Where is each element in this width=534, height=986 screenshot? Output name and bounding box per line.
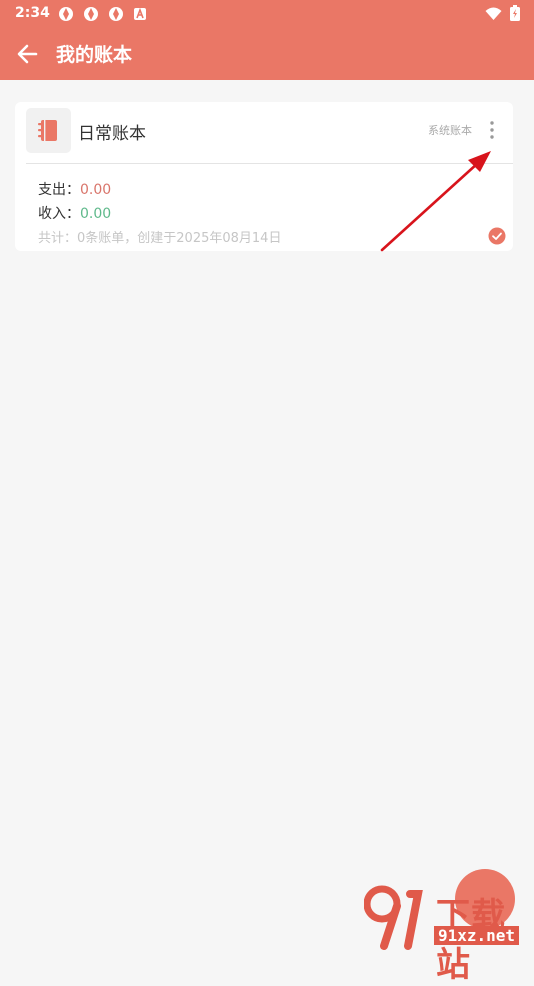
book-icon-container [26, 108, 71, 153]
back-button[interactable] [14, 40, 42, 68]
book-card[interactable]: 日常账本 系统账本 支出：0.00 收入：0.00 共计：0条账单，创建于202… [15, 102, 513, 251]
app-notification-icon [83, 6, 99, 22]
wifi-icon [485, 6, 502, 25]
a-notification-icon [133, 6, 149, 22]
status-right [485, 5, 520, 25]
status-time: 2:34 [15, 5, 50, 21]
more-options-button[interactable] [485, 119, 499, 141]
watermark-91-logo [363, 885, 423, 950]
app-notification-icon [108, 6, 124, 22]
income-value: 0.00 [80, 206, 112, 222]
arrow-left-icon [17, 44, 38, 64]
income-label: 收入： [38, 206, 80, 222]
book-type-label: 系统账本 [428, 124, 472, 137]
expense-label: 支出： [38, 182, 80, 198]
app-notification-icon [58, 6, 74, 22]
status-bar: 2:34 [0, 0, 534, 27]
watermark-url: 91xz.net [434, 926, 520, 945]
more-vertical-icon [490, 121, 494, 139]
notebook-icon [38, 120, 57, 141]
card-divider [26, 163, 513, 164]
expense-row: 支出：0.00 [38, 179, 111, 199]
selected-check-icon [488, 227, 506, 245]
battery-icon [510, 5, 520, 25]
income-row: 收入：0.00 [38, 203, 111, 223]
expense-value: 0.00 [80, 182, 112, 198]
page-title: 我的账本 [56, 44, 133, 66]
notification-icons [58, 6, 149, 22]
book-summary: 共计：0条账单，创建于2025年08月14日 [38, 231, 282, 246]
watermark-logo: 下载站 91xz.net [363, 884, 534, 985]
app-bar: 我的账本 [0, 27, 534, 80]
book-name: 日常账本 [78, 124, 146, 144]
